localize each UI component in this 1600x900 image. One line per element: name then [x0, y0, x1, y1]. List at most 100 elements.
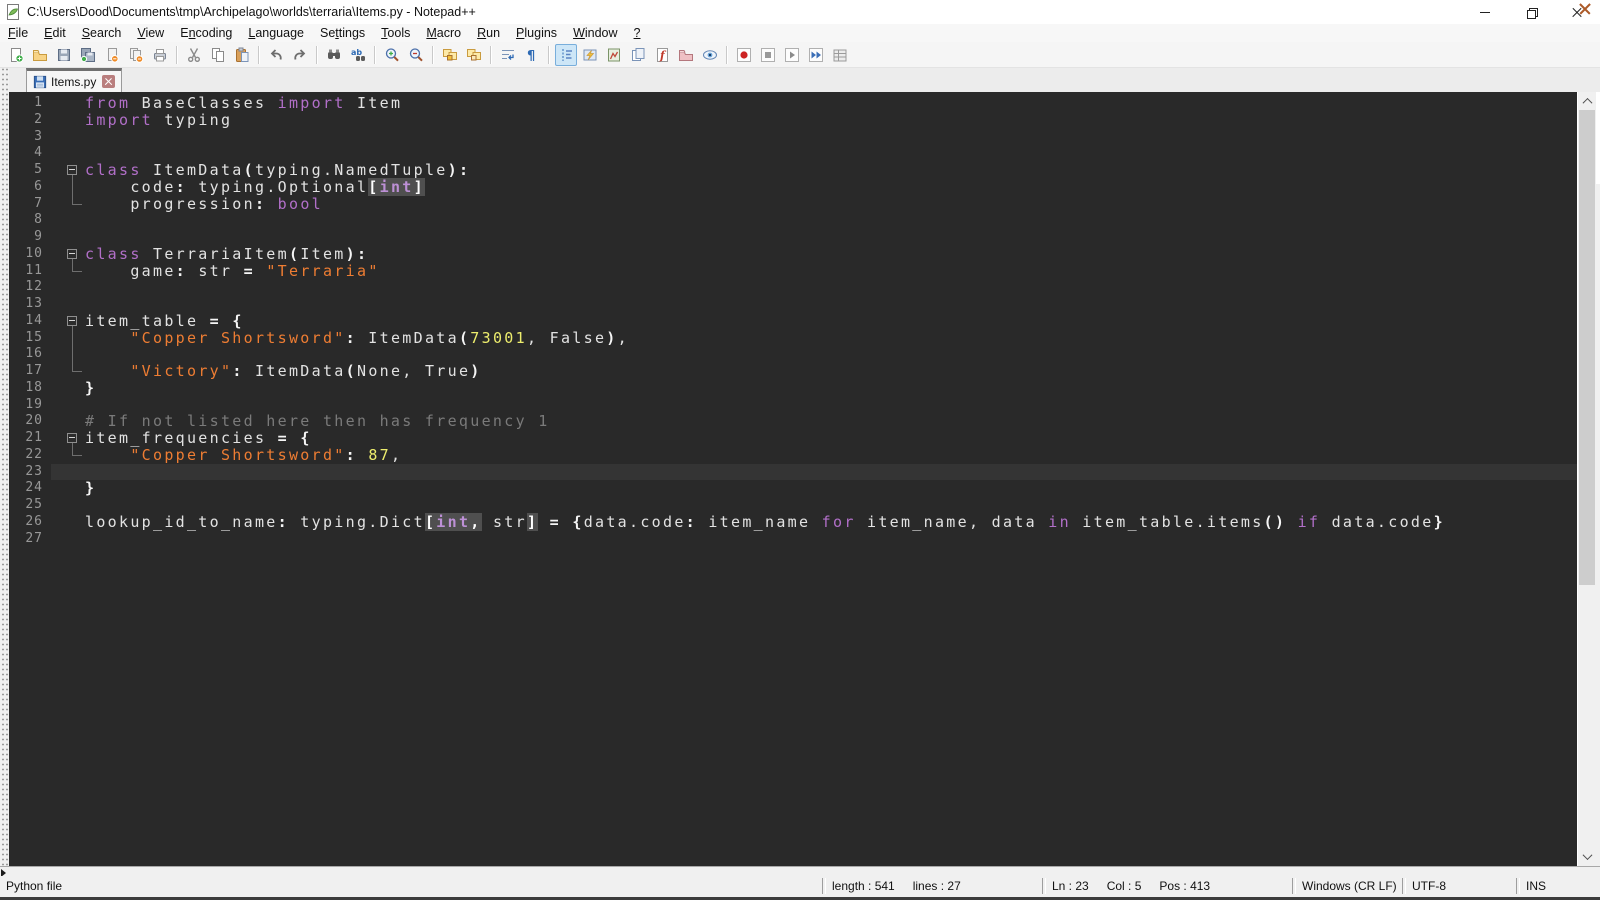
code-line-22[interactable]: 22 "Copper Shortsword": 87, — [9, 447, 1577, 464]
code-line-9[interactable]: 9 — [9, 229, 1577, 246]
status-encoding[interactable]: UTF-8 — [1412, 879, 1446, 893]
macro-run-multiple-button[interactable] — [805, 44, 827, 66]
document-list-button[interactable] — [627, 44, 649, 66]
show-all-characters-button[interactable]: ¶ — [521, 44, 543, 66]
menu-item-macro[interactable]: Macro — [418, 24, 469, 42]
redo-button[interactable] — [289, 44, 311, 66]
menu-item-view[interactable]: View — [129, 24, 172, 42]
dock-splitter-grip[interactable] — [0, 68, 9, 866]
tab-items-py[interactable]: Items.py — [26, 68, 122, 92]
print-button[interactable] — [149, 44, 171, 66]
user-defined-language-button[interactable] — [579, 44, 601, 66]
code-line-8[interactable]: 8 — [9, 212, 1577, 229]
macro-record-button[interactable] — [733, 44, 755, 66]
tab-close-icon[interactable] — [102, 75, 115, 88]
code-line-4[interactable]: 4 — [9, 145, 1577, 162]
line-number[interactable]: 19 — [9, 397, 51, 414]
line-number[interactable]: 24 — [9, 480, 51, 497]
zoom-out-button[interactable] — [405, 44, 427, 66]
fold-margin-start[interactable] — [51, 162, 85, 179]
line-number[interactable]: 16 — [9, 346, 51, 363]
function-list-button[interactable]: f — [651, 44, 673, 66]
menu-item-plugins[interactable]: Plugins — [508, 24, 565, 42]
editor-surface[interactable]: 1from BaseClasses import Item2import typ… — [9, 92, 1577, 866]
code-line-20[interactable]: 20# If not listed here then has frequenc… — [9, 413, 1577, 430]
code-line-10[interactable]: 10class TerrariaItem(Item): — [9, 246, 1577, 263]
close-all-button[interactable] — [125, 44, 147, 66]
code-line-15[interactable]: 15 "Copper Shortsword": ItemData(73001, … — [9, 330, 1577, 347]
scrollbar-thumb[interactable] — [1579, 110, 1595, 585]
line-number[interactable]: 2 — [9, 112, 51, 129]
folder-as-workspace-button[interactable] — [675, 44, 697, 66]
menu-item-encoding[interactable]: Encoding — [172, 24, 240, 42]
close-button[interactable] — [1554, 0, 1600, 24]
menu-item-settings[interactable]: Settings — [312, 24, 373, 42]
line-number[interactable]: 13 — [9, 296, 51, 313]
close-button[interactable] — [101, 44, 123, 66]
new-file-button[interactable] — [5, 44, 27, 66]
menu-item-language[interactable]: Language — [240, 24, 312, 42]
code-line-16[interactable]: 16 — [9, 346, 1577, 363]
code-line-26[interactable]: 26lookup_id_to_name: typing.Dict[int, st… — [9, 514, 1577, 531]
line-number[interactable]: 21 — [9, 430, 51, 447]
fold-margin-start[interactable] — [51, 430, 85, 447]
code-line-27[interactable]: 27 — [9, 531, 1577, 548]
document-map-button[interactable] — [603, 44, 625, 66]
code-line-17[interactable]: 17 "Victory": ItemData(None, True) — [9, 363, 1577, 380]
line-number[interactable]: 4 — [9, 145, 51, 162]
menu-item-search[interactable]: Search — [74, 24, 130, 42]
minimize-button[interactable] — [1462, 0, 1508, 24]
line-number[interactable]: 11 — [9, 263, 51, 280]
code-line-1[interactable]: 1from BaseClasses import Item — [9, 95, 1577, 112]
close-document-button[interactable] — [1579, 3, 1591, 15]
code-line-14[interactable]: 14item_table = { — [9, 313, 1577, 330]
show-indent-guide-button[interactable] — [555, 44, 577, 66]
restore-button[interactable] — [1508, 0, 1554, 24]
undo-button[interactable] — [265, 44, 287, 66]
code-line-19[interactable]: 19 — [9, 397, 1577, 414]
line-number[interactable]: 27 — [9, 531, 51, 548]
code-line-13[interactable]: 13 — [9, 296, 1577, 313]
sync-vertical-button[interactable] — [439, 44, 461, 66]
sync-horizontal-button[interactable] — [463, 44, 485, 66]
vertical-scrollbar[interactable] — [1577, 92, 1596, 866]
fold-margin-start[interactable] — [51, 246, 85, 263]
code-line-23[interactable]: 23 — [9, 464, 1577, 481]
line-number[interactable]: 7 — [9, 196, 51, 213]
code-line-12[interactable]: 12 — [9, 279, 1577, 296]
line-number[interactable]: 8 — [9, 212, 51, 229]
cut-button[interactable] — [183, 44, 205, 66]
macro-stop-button[interactable] — [757, 44, 779, 66]
line-number[interactable]: 23 — [9, 464, 51, 481]
save-button[interactable] — [53, 44, 75, 66]
line-number[interactable]: 14 — [9, 313, 51, 330]
paste-button[interactable] — [231, 44, 253, 66]
code-line-24[interactable]: 24} — [9, 480, 1577, 497]
line-number[interactable]: 3 — [9, 129, 51, 146]
fold-collapse-icon[interactable] — [67, 249, 77, 259]
line-number[interactable]: 18 — [9, 380, 51, 397]
line-number[interactable]: 20 — [9, 413, 51, 430]
menu-item-edit[interactable]: Edit — [36, 24, 74, 42]
fold-collapse-icon[interactable] — [67, 165, 77, 175]
code-line-18[interactable]: 18} — [9, 380, 1577, 397]
line-number[interactable]: 6 — [9, 179, 51, 196]
line-number[interactable]: 17 — [9, 363, 51, 380]
code-line-21[interactable]: 21item_frequencies = { — [9, 430, 1577, 447]
save-all-button[interactable] — [77, 44, 99, 66]
line-number[interactable]: 15 — [9, 330, 51, 347]
open-file-button[interactable] — [29, 44, 51, 66]
copy-button[interactable] — [207, 44, 229, 66]
line-number[interactable]: 12 — [9, 279, 51, 296]
menu-item-tools[interactable]: Tools — [373, 24, 418, 42]
word-wrap-button[interactable] — [497, 44, 519, 66]
scroll-down-icon[interactable] — [1578, 848, 1596, 865]
code-line-3[interactable]: 3 — [9, 129, 1577, 146]
line-number[interactable]: 1 — [9, 95, 51, 112]
find-button[interactable] — [323, 44, 345, 66]
zoom-in-button[interactable] — [381, 44, 403, 66]
line-number[interactable]: 22 — [9, 447, 51, 464]
code-line-6[interactable]: 6 code: typing.Optional[int] — [9, 179, 1577, 196]
status-insert-mode[interactable]: INS — [1526, 879, 1546, 893]
line-number[interactable]: 10 — [9, 246, 51, 263]
